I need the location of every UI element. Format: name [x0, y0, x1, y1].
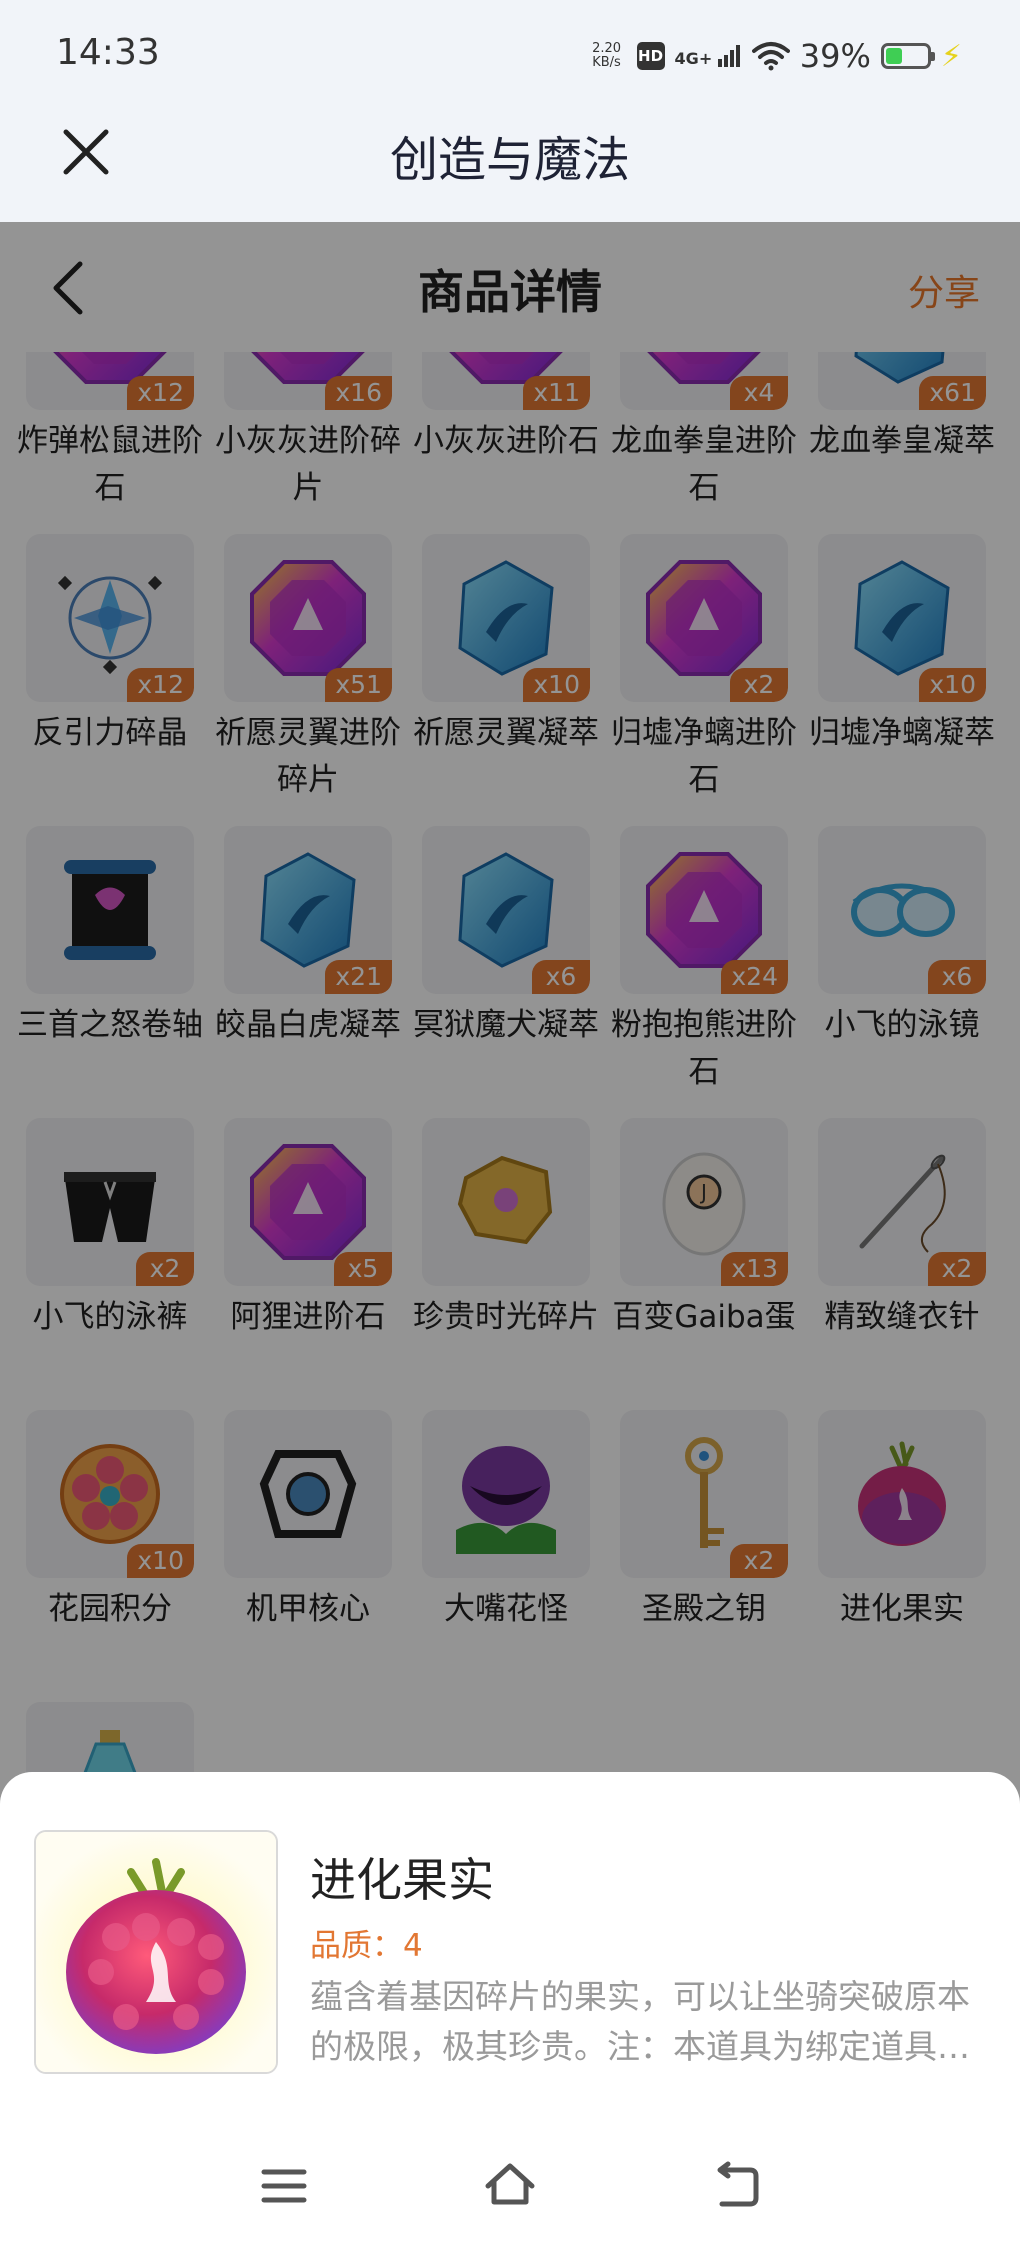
network-speed: 2.20 KB/s: [592, 41, 622, 70]
detail-image: [34, 1830, 278, 2074]
app-bar: 创造与魔法: [0, 110, 1020, 222]
hd-icon: HD: [636, 42, 665, 70]
wifi-icon: [751, 42, 790, 71]
battery-icon: [880, 43, 935, 69]
signal-icon: 4G+: [675, 44, 742, 68]
status-indicators: 2.20 KB/s HD 4G+ 39% ⚡: [587, 36, 962, 76]
system-nav-bar: [0, 2126, 1020, 2255]
menu-icon[interactable]: [254, 2156, 314, 2216]
detail-quality: 品质：4: [310, 1928, 423, 1964]
detail-description: 蕴含着基因碎片的果实，可以让坐骑突破原本的极限，极其珍贵。注：本道具为绑定道具，…: [310, 1977, 970, 2066]
charging-icon: ⚡: [940, 38, 962, 74]
battery-percent: 39%: [799, 37, 871, 75]
app-title: 创造与魔法: [389, 132, 630, 188]
detail-name: 进化果实: [310, 1853, 494, 1907]
status-time: 14:33: [56, 32, 160, 73]
home-icon[interactable]: [480, 2156, 540, 2216]
evolution-fruit-icon: [36, 1832, 276, 2072]
back-icon[interactable]: [706, 2156, 766, 2216]
status-bar: 14:33 2.20 KB/s HD 4G+ 39% ⚡: [0, 0, 1020, 110]
